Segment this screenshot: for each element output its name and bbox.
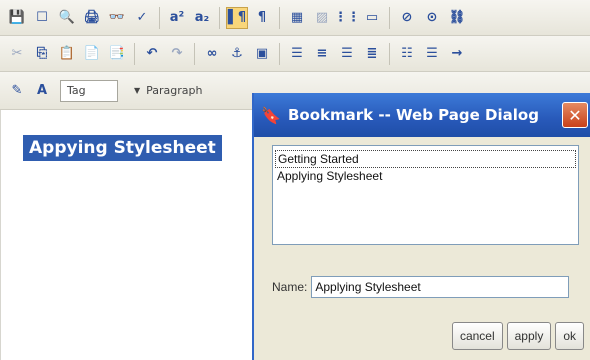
link-chain-icon[interactable]: ⛓	[446, 7, 468, 29]
edit-table-icon[interactable]: ▨	[311, 7, 333, 29]
align-right-icon[interactable]: ☰	[336, 43, 358, 65]
paste-icon[interactable]: 📋	[56, 43, 78, 65]
toolbar-separator	[389, 6, 390, 29]
cut-icon[interactable]: ✂	[6, 43, 28, 65]
print-icon[interactable]: 🖨	[81, 7, 103, 29]
align-left-icon[interactable]: ☰	[286, 43, 308, 65]
toolbar-separator	[279, 42, 280, 65]
toolbar-separator	[134, 42, 135, 65]
bookmark-dialog: 🔖 Bookmark -- Web Page Dialog ✕ Getting …	[252, 93, 590, 360]
copy-icon[interactable]: ⎘	[31, 43, 53, 65]
subscript-icon[interactable]: a₂	[191, 7, 213, 29]
toolbar-separator	[389, 42, 390, 65]
paragraph-select-value: Paragraph	[146, 84, 203, 97]
anchor-icon[interactable]: ⚓	[226, 43, 248, 65]
tag-select-value: Tag	[67, 84, 86, 97]
dialog-buttons: cancel apply ok	[451, 322, 584, 350]
dialog-title: Bookmark -- Web Page Dialog	[288, 106, 539, 124]
grid-icon[interactable]: ⋮⋮	[334, 7, 360, 29]
toolbar-row-2: ✂ ⎘ 📋 📄 📑 ↶ ↷ ∞ ⚓ ▣ ☰ ≡ ☰ ≣ ☷ ☰ →	[0, 36, 590, 72]
image-icon[interactable]: ▣	[251, 43, 273, 65]
chevron-down-icon: ▼	[134, 86, 141, 95]
indent-icon[interactable]: →	[446, 43, 468, 65]
name-label: Name:	[272, 280, 308, 294]
hyperlink-icon[interactable]: ∞	[201, 43, 223, 65]
superscript-icon[interactable]: a²	[166, 7, 188, 29]
tag-select[interactable]: Tag	[60, 79, 118, 102]
preview-icon[interactable]: 🔍	[56, 7, 78, 29]
no-entry-icon[interactable]: ⊘	[396, 7, 418, 29]
paste-text-icon[interactable]: 📄	[81, 43, 103, 65]
bookmark-list[interactable]: Getting Started Applying Stylesheet	[272, 145, 579, 245]
redo-icon[interactable]: ↷	[166, 43, 188, 65]
name-field[interactable]	[311, 276, 570, 298]
spellcheck-icon[interactable]: ✓	[131, 7, 153, 29]
find-icon[interactable]: 👓	[106, 7, 128, 29]
apply-button[interactable]: apply	[506, 322, 552, 350]
ltr-icon[interactable]: ▌¶	[226, 6, 248, 29]
toolbar-separator	[159, 6, 160, 29]
style-icon[interactable]: ✎	[6, 80, 28, 102]
toolbar-separator	[194, 42, 195, 65]
undo-icon[interactable]: ↶	[141, 43, 163, 65]
new-page-icon[interactable]: ☐	[31, 7, 53, 29]
format-icon[interactable]: A	[31, 80, 53, 102]
ordered-list-icon[interactable]: ☷	[396, 43, 418, 65]
bookmark-icon: 🔖	[261, 105, 281, 125]
list-item[interactable]: Getting Started	[275, 150, 576, 168]
ok-button[interactable]: ok	[555, 322, 584, 350]
dialog-titlebar[interactable]: 🔖 Bookmark -- Web Page Dialog ✕	[254, 93, 590, 137]
name-row: Name:	[272, 276, 570, 298]
toolbar-separator	[219, 6, 220, 29]
list-item[interactable]: Applying Stylesheet	[275, 168, 576, 184]
form-icon[interactable]: ▭	[361, 7, 383, 29]
save-icon[interactable]: 💾	[6, 7, 28, 29]
selected-heading[interactable]: Appying Stylesheet	[23, 135, 222, 161]
close-icon[interactable]: ✕	[562, 102, 588, 128]
target-icon[interactable]: ⊙	[421, 7, 443, 29]
cancel-button[interactable]: cancel	[451, 322, 503, 350]
paste-word-icon[interactable]: 📑	[106, 43, 128, 65]
justify-icon[interactable]: ≣	[361, 43, 383, 65]
paragraph-select[interactable]: ▼ Paragraph	[128, 80, 238, 102]
align-center-icon[interactable]: ≡	[311, 43, 333, 65]
toolbar-separator	[279, 6, 280, 29]
toolbar-row-1: 💾 ☐ 🔍 🖨 👓 ✓ a² a₂ ▌¶ ¶ ▦ ▨ ⋮⋮ ▭ ⊘ ⊙ ⛓	[0, 0, 590, 36]
table-icon[interactable]: ▦	[286, 7, 308, 29]
unordered-list-icon[interactable]: ☰	[421, 43, 443, 65]
paragraph-mark-icon[interactable]: ¶	[251, 7, 273, 29]
